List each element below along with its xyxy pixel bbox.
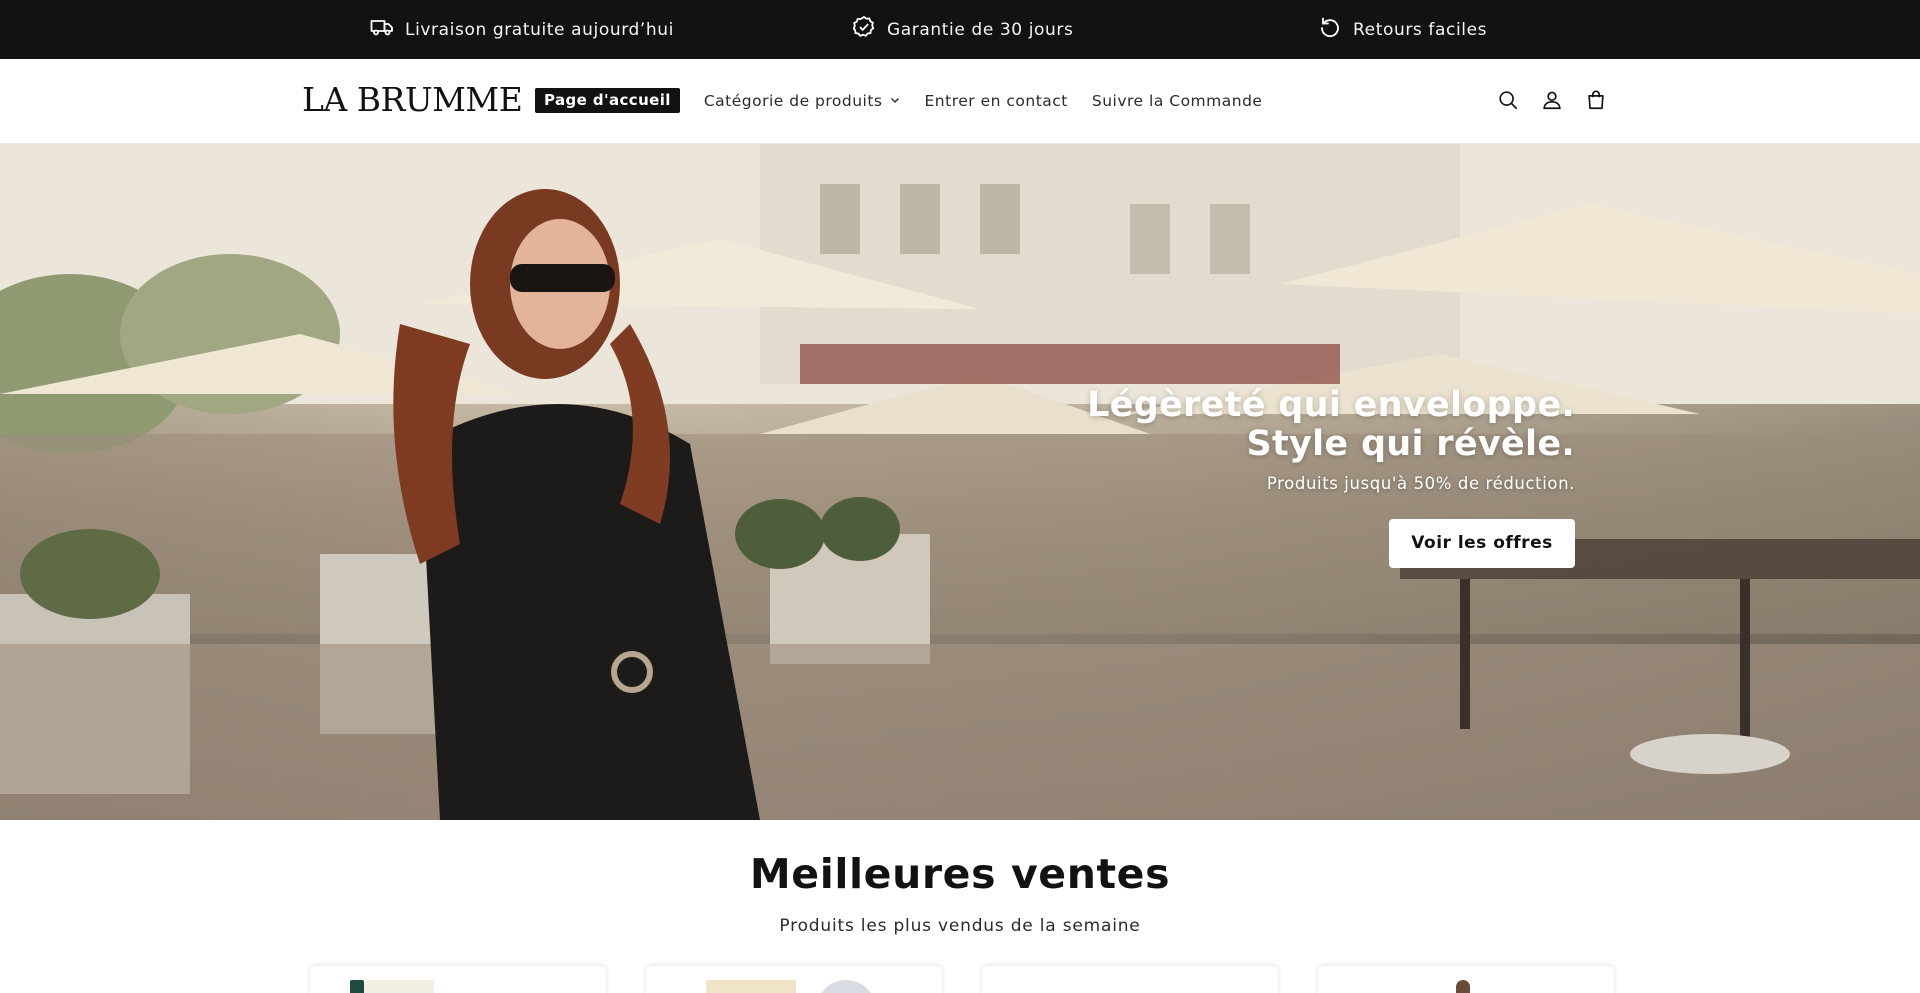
- site-logo[interactable]: LA BRUMME: [302, 78, 523, 122]
- announcement-bar: Livraison gratuite aujourd’hui Garantie …: [0, 0, 1920, 59]
- announcement-label: Livraison gratuite aujourd’hui: [405, 19, 674, 40]
- nav-contact[interactable]: Entrer en contact: [925, 92, 1068, 110]
- product-image: [364, 980, 434, 993]
- nav-track-order[interactable]: Suivre la Commande: [1092, 92, 1263, 110]
- product-cards: [310, 966, 1614, 993]
- product-card[interactable]: [310, 966, 606, 993]
- product-image: [816, 980, 876, 993]
- hero-banner: Légèreté qui enveloppe. Style qui révèle…: [0, 144, 1920, 820]
- site-header: LA BRUMME Page d'accueil Catégorie de pr…: [0, 59, 1920, 144]
- bestsellers-subtitle: Produits les plus vendus de la semaine: [779, 916, 1141, 936]
- product-image: [706, 980, 796, 993]
- hero-subtitle: Produits jusqu'à 50% de réduction.: [1266, 474, 1575, 493]
- announcement-label: Garantie de 30 jours: [887, 19, 1074, 40]
- hero-image: [0, 144, 1920, 820]
- hero-title-line1: Légèreté qui enveloppe.: [1087, 385, 1575, 425]
- announcement-label: Retours faciles: [1353, 19, 1488, 40]
- announcement-item-returns: Retours faciles: [1318, 0, 1487, 59]
- announcement-item-guarantee: Garantie de 30 jours: [852, 0, 1073, 59]
- nav-home[interactable]: Page d'accueil: [535, 88, 680, 113]
- announcement-item-shipping: Livraison gratuite aujourd’hui: [370, 0, 674, 59]
- account-icon[interactable]: [1541, 88, 1563, 112]
- product-image: [350, 980, 364, 993]
- search-icon[interactable]: [1497, 88, 1519, 112]
- product-card[interactable]: [646, 966, 942, 993]
- header-icons: [1497, 88, 1607, 112]
- nav-product-categories[interactable]: Catégorie de produits: [704, 92, 901, 110]
- hero-title-line2: Style qui révèle.: [1246, 424, 1575, 464]
- product-image: [1456, 980, 1470, 993]
- hero-content: Légèreté qui enveloppe. Style qui révèle…: [1087, 386, 1575, 568]
- cart-icon[interactable]: [1585, 88, 1607, 112]
- chevron-down-icon: [889, 92, 901, 110]
- nav-label: Catégorie de produits: [703, 91, 883, 110]
- main-nav: Page d'accueil Catégorie de produits Ent…: [535, 88, 1286, 113]
- bestsellers-title: Meilleures ventes: [749, 850, 1171, 898]
- view-offers-button[interactable]: Voir les offres: [1389, 519, 1575, 568]
- product-card[interactable]: [1318, 966, 1614, 993]
- badge-check-icon: [852, 15, 876, 44]
- product-card[interactable]: [982, 966, 1278, 993]
- return-arrow-icon: [1318, 15, 1342, 44]
- truck-icon: [370, 15, 394, 44]
